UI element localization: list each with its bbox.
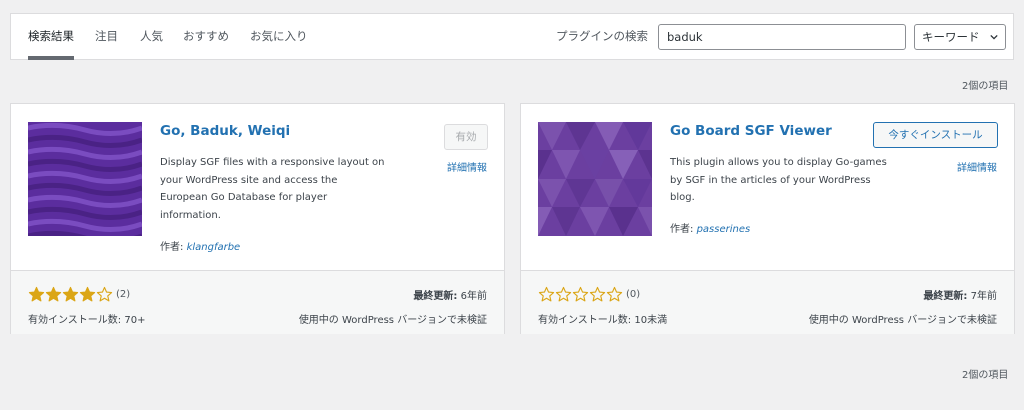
tab-popular[interactable]: 人気 xyxy=(140,14,163,60)
star-empty-icon xyxy=(572,286,589,302)
tab-favorites[interactable]: お気に入り xyxy=(250,14,308,60)
install-now-button[interactable]: 今すぐインストール xyxy=(873,122,998,148)
tab-featured[interactable]: 注目 xyxy=(95,14,118,60)
search-label: プラグインの検索 xyxy=(556,29,648,43)
plugin-search-input[interactable] xyxy=(658,24,906,50)
plugin-card-bottom: (0) 最終更新: 7年前 有効インストール数: 10未満 使用中の WordP… xyxy=(521,270,1014,334)
active-button[interactable]: 有効 xyxy=(444,124,488,150)
results-count-bottom: 2個の項目 xyxy=(962,370,1009,381)
plugin-description: Display SGF files with a responsive layo… xyxy=(160,157,385,221)
rating-count: (0) xyxy=(626,289,641,300)
star-rating: (2) xyxy=(28,286,130,304)
more-details-link[interactable]: 詳細情報 xyxy=(447,159,487,174)
star-empty-icon xyxy=(589,286,606,302)
last-updated: 最終更新: 7年前 xyxy=(923,287,997,302)
plugin-filter-bar: 検索結果 注目 人気 おすすめ お気に入り プラグインの検索 キーワード xyxy=(10,13,1014,60)
plugin-thumbnail[interactable] xyxy=(28,122,142,236)
star-filled-icon xyxy=(28,286,45,302)
star-rating: (0) xyxy=(538,286,640,304)
last-updated-label: 最終更新: xyxy=(413,291,458,302)
results-count-top: 2個の項目 xyxy=(962,81,1009,92)
plugin-card-top: Go, Baduk, Weiqi Display SGF files with … xyxy=(11,104,504,270)
plugin-name-link[interactable]: Go Board SGF Viewer xyxy=(670,123,832,139)
author-link[interactable]: passerines xyxy=(697,224,751,235)
active-installs: 有効インストール数: 70+ xyxy=(28,315,146,326)
rating-count: (2) xyxy=(116,289,131,300)
tab-search-results[interactable]: 検索結果 xyxy=(28,14,74,60)
author-label: 作者: xyxy=(670,224,694,235)
tab-recommended[interactable]: おすすめ xyxy=(183,14,229,60)
star-empty-icon xyxy=(606,286,623,302)
last-updated-value: 6年前 xyxy=(460,291,487,302)
search-type-value: キーワード xyxy=(922,30,980,44)
star-empty-icon xyxy=(96,286,113,302)
last-updated-value: 7年前 xyxy=(970,291,997,302)
plugin-description: This plugin allows you to display Go-gam… xyxy=(670,157,887,203)
chevron-down-icon xyxy=(990,34,998,40)
star-filled-icon xyxy=(45,286,62,302)
star-empty-icon xyxy=(555,286,572,302)
compatibility: 使用中の WordPress バージョンで未検証 xyxy=(808,315,997,326)
plugin-thumbnail[interactable] xyxy=(538,122,652,236)
plugin-card-top: Go Board SGF Viewer This plugin allows y… xyxy=(521,104,1014,270)
plugin-card: Go, Baduk, Weiqi Display SGF files with … xyxy=(10,103,505,334)
plugin-name-link[interactable]: Go, Baduk, Weiqi xyxy=(160,123,290,139)
star-filled-icon xyxy=(62,286,79,302)
author-label: 作者: xyxy=(160,242,184,253)
star-empty-icon xyxy=(538,286,555,302)
plugin-card-bottom: (2) 最終更新: 6年前 有効インストール数: 70+ 使用中の WordPr… xyxy=(11,270,504,334)
active-installs: 有効インストール数: 10未満 xyxy=(538,315,668,326)
plugin-card: Go Board SGF Viewer This plugin allows y… xyxy=(520,103,1015,334)
plugin-author: 作者: klangfarbe xyxy=(160,238,240,253)
plugin-author: 作者: passerines xyxy=(670,220,750,235)
compatibility: 使用中の WordPress バージョンで未検証 xyxy=(298,315,487,326)
last-updated-label: 最終更新: xyxy=(923,291,968,302)
star-filled-icon xyxy=(79,286,96,302)
last-updated: 最終更新: 6年前 xyxy=(413,287,487,302)
author-link[interactable]: klangfarbe xyxy=(187,242,241,253)
more-details-link[interactable]: 詳細情報 xyxy=(957,159,997,174)
search-type-select[interactable]: キーワード xyxy=(914,24,1006,50)
